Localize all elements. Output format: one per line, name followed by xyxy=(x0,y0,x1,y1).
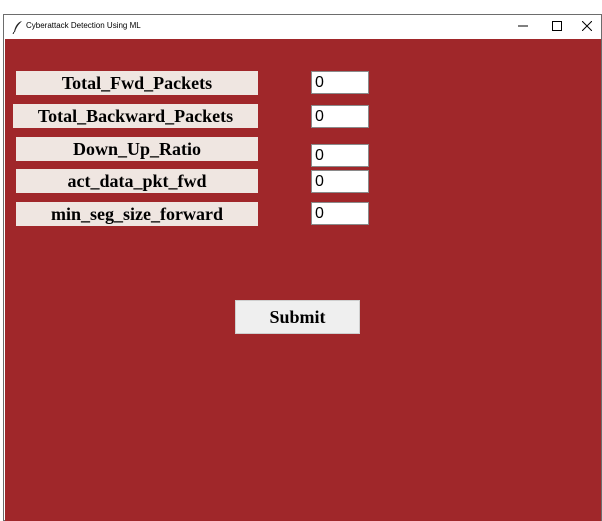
act-data-pkt-fwd-input[interactable] xyxy=(311,170,369,193)
close-button[interactable] xyxy=(572,15,602,39)
label-down-up-ratio: Down_Up_Ratio xyxy=(16,137,258,161)
label-total-fwd-packets: Total_Fwd_Packets xyxy=(16,71,258,95)
maximize-button[interactable] xyxy=(540,15,574,39)
close-icon xyxy=(581,18,593,36)
min-seg-size-forward-input[interactable] xyxy=(311,202,369,225)
window-title: Cyberattack Detection Using ML xyxy=(26,21,141,30)
app-window: Cyberattack Detection Using ML Total_Fwd… xyxy=(3,14,602,521)
submit-button[interactable]: Submit xyxy=(235,300,360,334)
label-act-data-pkt-fwd: act_data_pkt_fwd xyxy=(16,169,258,193)
minimize-icon xyxy=(518,18,528,36)
total-backward-packets-input[interactable] xyxy=(311,105,369,128)
title-bar: Cyberattack Detection Using ML xyxy=(4,15,601,39)
minimize-button[interactable] xyxy=(506,15,540,39)
down-up-ratio-input[interactable] xyxy=(311,144,369,167)
form-area: Total_Fwd_Packets Total_Backward_Packets… xyxy=(5,39,601,521)
label-min-seg-size-forward: min_seg_size_forward xyxy=(16,202,258,226)
maximize-icon xyxy=(552,18,562,36)
total-fwd-packets-input[interactable] xyxy=(311,71,369,94)
feather-icon xyxy=(12,20,24,35)
label-total-backward-packets: Total_Backward_Packets xyxy=(13,104,258,128)
